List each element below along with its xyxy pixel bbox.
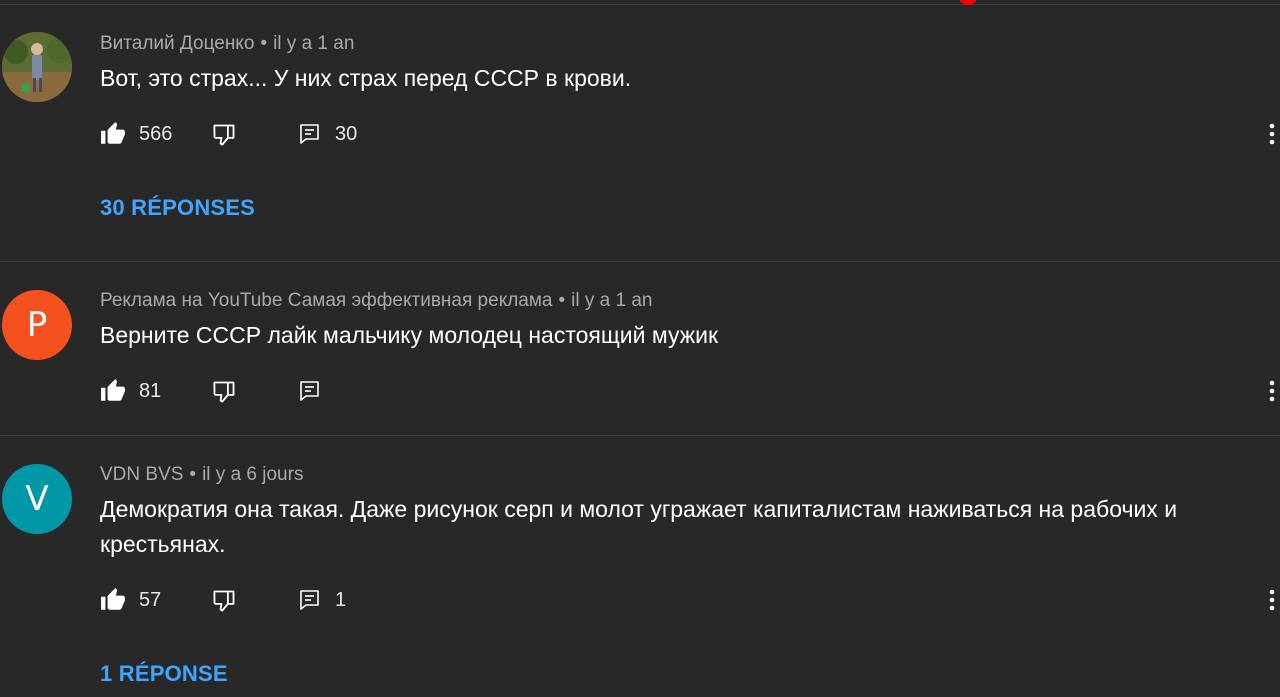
comment-item: Виталий Доценко • il y a 1 an Вот, это стр… — [0, 0, 1280, 262]
reply-icon — [300, 124, 319, 144]
more-vert-icon — [1269, 380, 1275, 402]
comment-text: Демократия она такая. Даже рисунок серп … — [100, 496, 1178, 557]
like-button[interactable]: 81 — [100, 376, 161, 406]
thumbs-down-icon — [213, 590, 235, 612]
avatar[interactable]: V — [2, 464, 72, 534]
avatar[interactable] — [2, 32, 72, 102]
thumbs-up-icon — [101, 588, 125, 610]
comment-time[interactable]: il y a 1 an — [571, 290, 652, 311]
comment-text: Вот, это страх... У них страх перед СССР… — [100, 65, 632, 91]
reply-button[interactable]: 1 — [298, 585, 346, 615]
comment-time[interactable]: il y a 6 jours — [202, 464, 303, 485]
reply-count: 1 — [335, 588, 347, 611]
more-options-button[interactable] — [1264, 378, 1280, 404]
comment-author[interactable]: VDN BVS — [100, 464, 183, 485]
avatar-letter: V — [25, 479, 49, 519]
comment-text: Верните СССР лайк мальчику молодец насто… — [100, 322, 719, 348]
more-vert-icon — [1269, 123, 1275, 145]
comment-divider — [0, 261, 1280, 262]
comment-author[interactable]: Реклама на YouTube Самая эффективная рек… — [100, 290, 553, 311]
view-replies-link[interactable]: 1 RÉPONSE — [100, 661, 228, 687]
reply-icon — [300, 381, 319, 401]
comment-actions: 81 — [100, 376, 1280, 406]
comment-meta: VDN BVS • il y a 6 jours — [100, 464, 303, 486]
comment-meta: Виталий Доценко • il y a 1 an — [100, 33, 354, 55]
comment-time[interactable]: il y a 1 an — [273, 33, 354, 54]
like-count: 57 — [139, 588, 162, 611]
avatar-photo-icon — [2, 32, 72, 102]
thumbs-down-icon — [213, 124, 235, 146]
like-button[interactable]: 566 — [100, 119, 172, 149]
like-button[interactable]: 57 — [100, 585, 161, 615]
like-count: 566 — [139, 122, 173, 145]
comment-meta: Реклама на YouTube Самая эффективная рек… — [100, 290, 653, 312]
avatar[interactable]: P — [2, 290, 72, 360]
dislike-button[interactable] — [211, 119, 238, 149]
more-options-button[interactable] — [1264, 587, 1280, 613]
meta-separator: • — [260, 33, 268, 54]
comment-author[interactable]: Виталий Доценко — [100, 33, 254, 54]
thumbs-up-icon — [101, 379, 125, 401]
comment-divider — [0, 435, 1280, 436]
comments-page: Виталий Доценко • il y a 1 an Вот, это стр… — [0, 0, 1280, 697]
meta-separator: • — [558, 290, 566, 311]
reply-icon — [300, 590, 319, 610]
view-replies-link[interactable]: 30 RÉPONSES — [100, 195, 255, 221]
thumbs-down-icon — [213, 381, 235, 403]
more-vert-icon — [1269, 589, 1275, 611]
reply-count: 30 — [335, 122, 358, 145]
comment-actions: 57 1 — [100, 585, 1280, 615]
dislike-button[interactable] — [211, 585, 238, 615]
dislike-button[interactable] — [211, 376, 238, 406]
more-options-button[interactable] — [1264, 121, 1280, 147]
reply-button[interactable]: 30 — [298, 119, 357, 149]
like-count: 81 — [139, 379, 162, 402]
avatar-letter: P — [26, 305, 48, 345]
reply-button[interactable] — [298, 376, 322, 406]
comment-actions: 566 30 — [100, 119, 1280, 149]
thumbs-up-icon — [101, 122, 125, 144]
meta-separator: • — [189, 464, 197, 485]
